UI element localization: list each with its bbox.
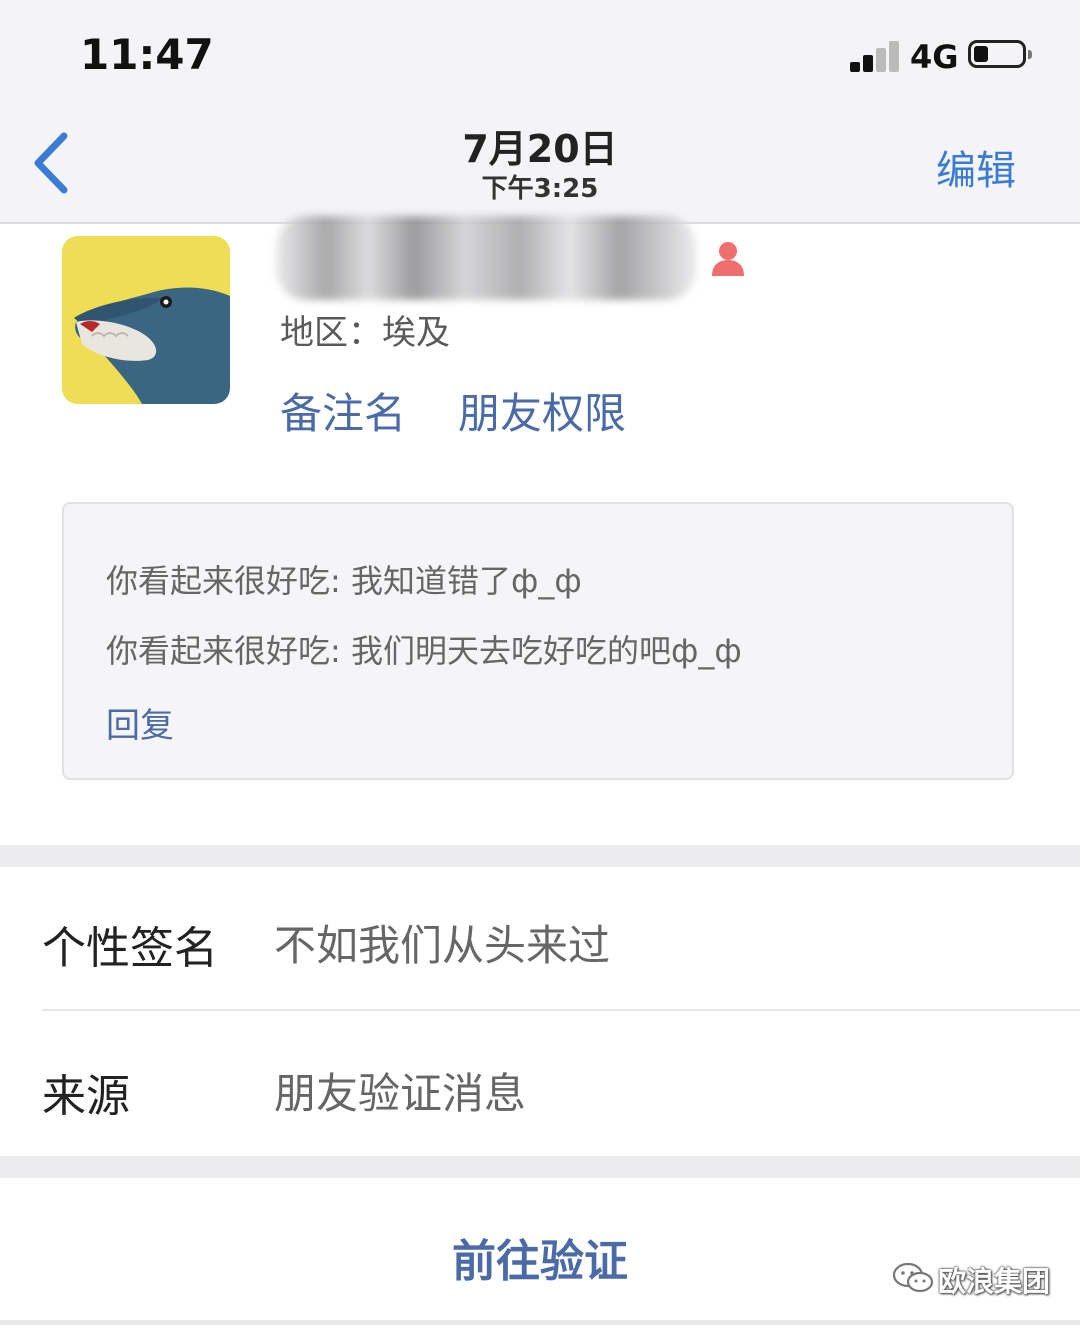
source-label: 来源 <box>42 1071 130 1122</box>
female-gender-icon <box>712 242 744 276</box>
remark-name-link[interactable]: 备注名 <box>280 380 406 441</box>
reply-link[interactable]: 回复 <box>106 698 174 747</box>
back-chevron-icon[interactable] <box>30 130 74 196</box>
message-item: 你看起来很好吃: 我们明天去吃好吃的吧ф_ф <box>106 632 742 670</box>
signature-label: 个性签名 <box>42 923 218 974</box>
signal-icon <box>850 40 902 72</box>
section-separator <box>0 845 1080 867</box>
network-type: 4G <box>910 38 959 76</box>
edit-button[interactable]: 编辑 <box>936 138 1016 196</box>
row-divider <box>42 1009 1080 1011</box>
nickname-redacted <box>276 216 696 300</box>
region-text: 地区：埃及 <box>280 313 450 353</box>
status-time: 11:47 <box>80 30 214 79</box>
source-value: 朋友验证消息 <box>274 1069 527 1118</box>
bottom-border <box>0 1320 1080 1325</box>
section-separator <box>0 1156 1080 1178</box>
nav-title-date: 7月20日 <box>462 127 618 171</box>
watermark-text: 欧浪集团 <box>938 1265 1051 1298</box>
nav-subtitle-time: 下午3:25 <box>481 174 599 204</box>
battery-icon <box>968 40 1032 68</box>
message-item: 你看起来很好吃: 我知道错了ф_ф <box>106 562 582 600</box>
avatar[interactable] <box>62 236 230 404</box>
dinosaur-avatar-image <box>62 236 230 404</box>
wechat-watermark-icon <box>892 1262 934 1293</box>
friend-permission-link[interactable]: 朋友权限 <box>458 380 626 441</box>
signature-value: 不如我们从头来过 <box>274 921 611 970</box>
